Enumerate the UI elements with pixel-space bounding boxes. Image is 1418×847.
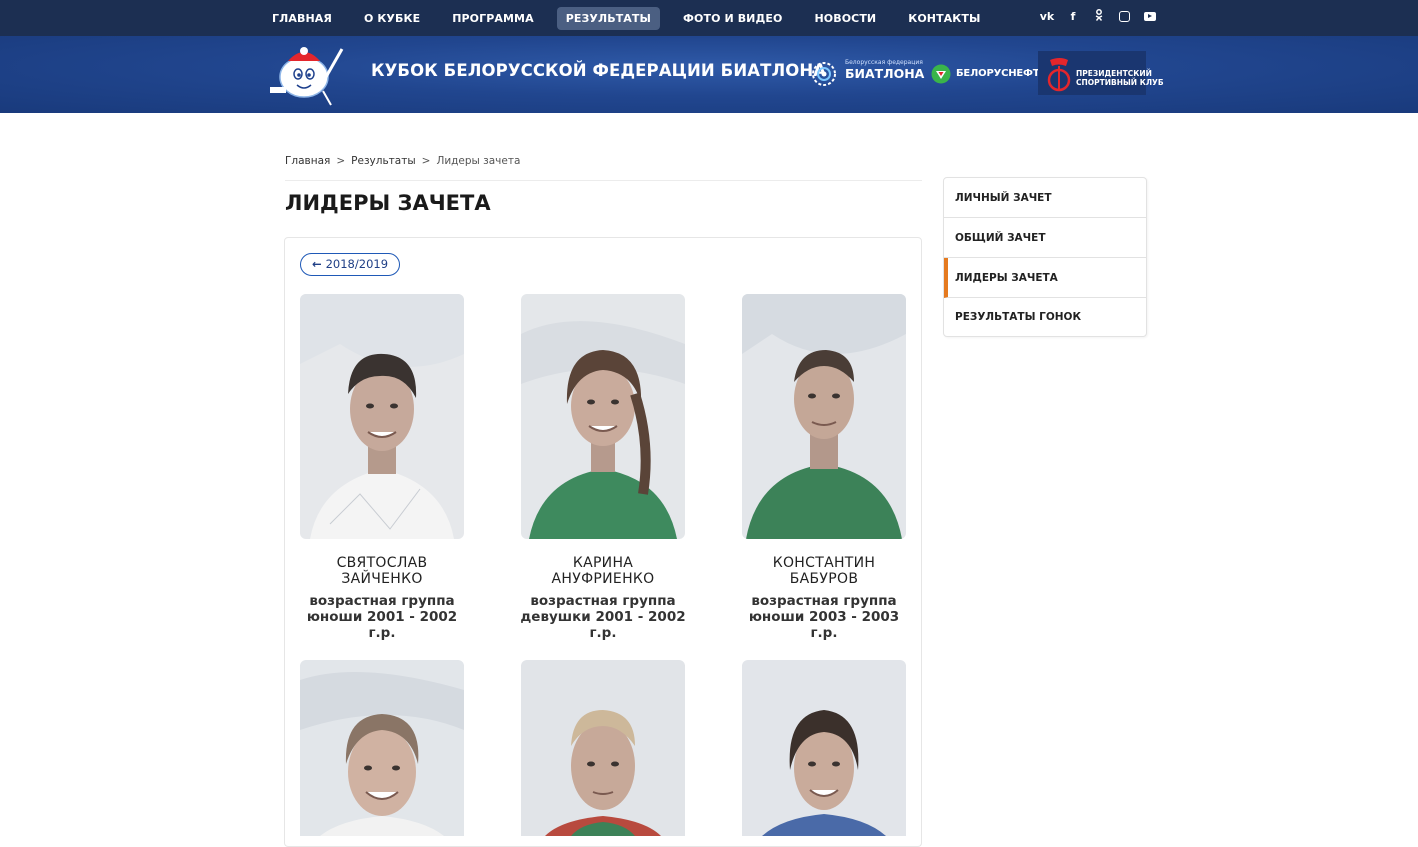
nav-item-program[interactable]: ПРОГРАММА <box>443 7 543 30</box>
social-links: vk f <box>1034 9 1163 25</box>
athlete-name: КОНСТАНТИН БАБУРОВ <box>724 555 924 587</box>
results-sidebar: ЛИЧНЫЙ ЗАЧЕТ ОБЩИЙ ЗАЧЕТ ЛИДЕРЫ ЗАЧЕТА Р… <box>943 177 1147 337</box>
sidebar-item-race-results[interactable]: РЕЗУЛЬТАТЫ ГОНОК <box>944 297 1146 337</box>
breadcrumb: Главная > Результаты > Лидеры зачета <box>285 155 520 167</box>
athlete-last-name: ЗАЙЧЕНКО <box>341 571 423 587</box>
divider <box>285 180 922 181</box>
breadcrumb-separator: > <box>336 155 346 167</box>
group-line: г.р. <box>810 625 838 641</box>
group-line: девушки 2001 - 2002 <box>520 609 686 625</box>
arrow-left-icon: ← <box>311 257 322 271</box>
nav-item-about[interactable]: О КУБКЕ <box>355 7 429 30</box>
nav-item-media[interactable]: ФОТО И ВИДЕО <box>674 7 791 30</box>
psk-emblem-icon <box>1047 58 1071 92</box>
athlete-group: возрастная группа юноши 2003 - 2003 г.р. <box>724 593 924 641</box>
top-nav-bar: ГЛАВНАЯ О КУБКЕ ПРОГРАММА РЕЗУЛЬТАТЫ ФОТ… <box>0 0 1418 36</box>
group-line: г.р. <box>589 625 617 641</box>
belorusneft-logo[interactable] <box>930 64 952 84</box>
main-nav: ГЛАВНАЯ О КУБКЕ ПРОГРАММА РЕЗУЛЬТАТЫ ФОТ… <box>263 7 1004 30</box>
athlete-photo[interactable] <box>521 660 685 836</box>
group-line: возрастная группа <box>751 593 897 609</box>
nav-item-contacts[interactable]: КОНТАКТЫ <box>899 7 989 30</box>
breadcrumb-home[interactable]: Главная <box>285 155 330 167</box>
athlete-first-name: КОНСТАНТИН <box>772 555 876 571</box>
breadcrumb-results[interactable]: Результаты <box>351 155 415 167</box>
athlete-last-name: АНУФРИЕНКО <box>551 571 655 587</box>
breadcrumb-current: Лидеры зачета <box>436 155 521 167</box>
odnoklassniki-icon[interactable] <box>1086 9 1112 25</box>
sidebar-item-leaders[interactable]: ЛИДЕРЫ ЗАЧЕТА <box>944 258 1146 298</box>
nav-item-home[interactable]: ГЛАВНАЯ <box>263 7 341 30</box>
athlete-photo[interactable] <box>300 660 464 836</box>
instagram-icon[interactable] <box>1119 11 1130 22</box>
sidebar-item-personal[interactable]: ЛИЧНЫЙ ЗАЧЕТ <box>944 178 1146 218</box>
group-line: возрастная группа <box>530 593 676 609</box>
athlete-first-name: СВЯТОСЛАВ <box>336 555 428 571</box>
facebook-icon[interactable]: f <box>1060 9 1086 25</box>
banner-title: КУБОК БЕЛОРУССКОЙ ФЕДЕРАЦИИ БИАТЛОНА <box>371 61 827 80</box>
belorusneft-text: БЕЛОРУСНЕФТЬ <box>956 68 1047 79</box>
athlete-photo[interactable] <box>300 294 464 539</box>
youtube-icon[interactable] <box>1144 12 1156 21</box>
athlete-name: КАРИНА АНУФРИЕНКО <box>503 555 703 587</box>
athlete-last-name: БАБУРОВ <box>789 571 859 587</box>
athlete-photo[interactable] <box>742 294 906 539</box>
season-label: 2018/2019 <box>325 257 389 271</box>
page-title: ЛИДЕРЫ ЗАЧЕТА <box>285 191 491 215</box>
athlete-group: возрастная группа юноши 2001 - 2002 г.р. <box>282 593 482 641</box>
nav-item-results[interactable]: РЕЗУЛЬТАТЫ <box>556 7 661 30</box>
athlete-photo[interactable] <box>521 294 685 539</box>
athlete-name: СВЯТОСЛАВ ЗАЙЧЕНКО <box>282 555 482 587</box>
psk-text: ПРЕЗИДЕНТСКИЙ СПОРТИВНЫЙ КЛУБ <box>1076 69 1164 87</box>
nav-item-news[interactable]: НОВОСТИ <box>805 7 885 30</box>
group-line: г.р. <box>368 625 396 641</box>
federation-small-text: Белорусская федерация <box>845 59 923 66</box>
vk-icon[interactable]: vk <box>1034 9 1060 25</box>
mascot-logo[interactable] <box>268 43 348 107</box>
season-back-button[interactable]: ← 2018/2019 <box>300 253 400 276</box>
breadcrumb-separator: > <box>421 155 431 167</box>
athlete-group: возрастная группа девушки 2001 - 2002 г.… <box>503 593 703 641</box>
group-line: возрастная группа <box>309 593 455 609</box>
group-line: юноши 2003 - 2003 <box>748 609 900 625</box>
athlete-photo[interactable] <box>742 660 906 836</box>
psk-line2: СПОРТИВНЫЙ КЛУБ <box>1076 78 1164 87</box>
group-line: юноши 2001 - 2002 <box>306 609 458 625</box>
federation-big-text: БИАТЛОНА <box>845 66 925 81</box>
psk-line1: ПРЕЗИДЕНТСКИЙ <box>1076 69 1152 78</box>
athlete-first-name: КАРИНА <box>572 555 634 571</box>
sidebar-item-overall[interactable]: ОБЩИЙ ЗАЧЕТ <box>944 218 1146 258</box>
